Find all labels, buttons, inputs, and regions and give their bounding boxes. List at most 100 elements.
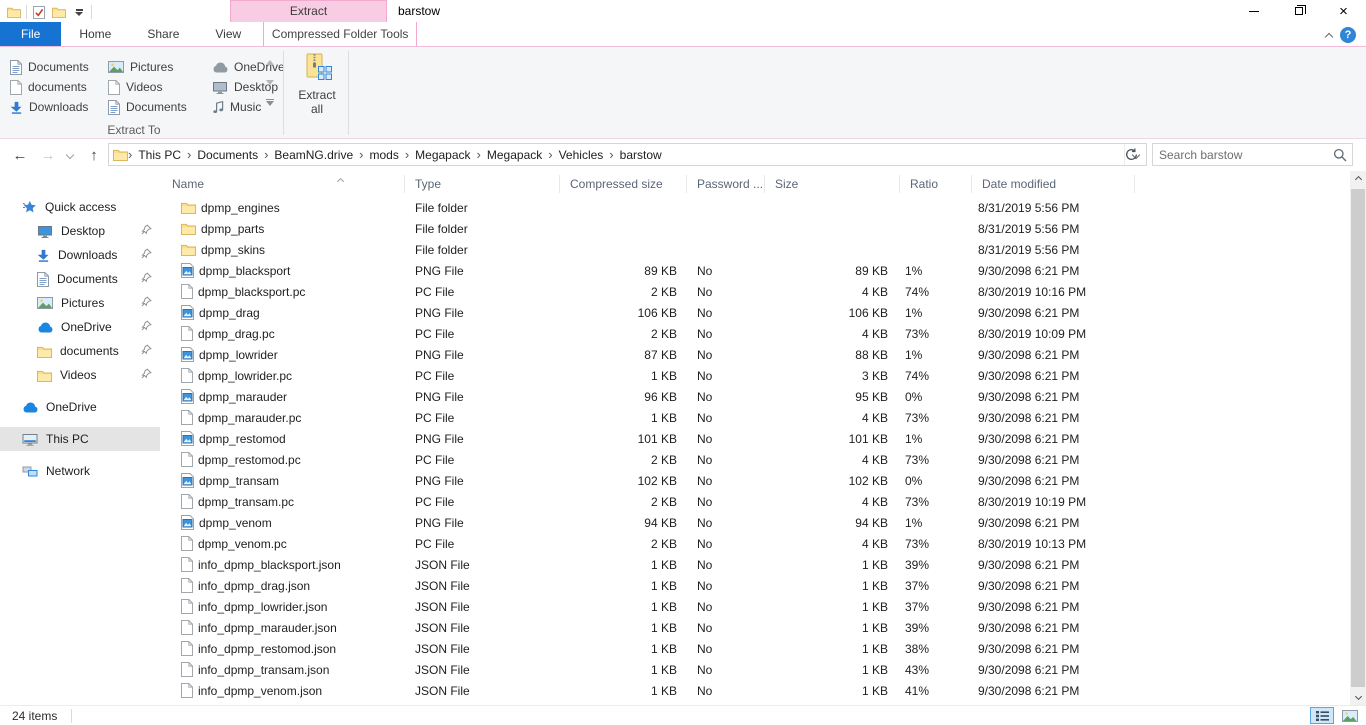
- back-button[interactable]: ←: [8, 144, 32, 166]
- extract-to-downloads[interactable]: Downloads: [10, 97, 108, 117]
- pin-icon[interactable]: [141, 296, 152, 310]
- sidebar-item-this-pc[interactable]: This PC: [0, 427, 160, 451]
- file-row[interactable]: info_dpmp_transam.json JSON File 1 KB No…: [160, 659, 1351, 680]
- tab-home[interactable]: Home: [61, 22, 129, 46]
- tab-share[interactable]: Share: [129, 22, 197, 46]
- column-header-password[interactable]: Password ...: [687, 175, 765, 193]
- file-date-modified: 8/30/2019 10:13 PM: [978, 536, 1087, 551]
- scroll-up-button[interactable]: [263, 56, 277, 69]
- column-header-name[interactable]: Name: [160, 175, 405, 193]
- up-button[interactable]: ↑: [82, 144, 106, 166]
- more-destinations-button[interactable]: [263, 96, 277, 109]
- breadcrumb-item[interactable]: mods: [363, 148, 404, 162]
- file-row[interactable]: dpmp_blacksport.pc PC File 2 KB No 4 KB …: [160, 281, 1351, 302]
- sidebar-item-documents[interactable]: documents: [0, 339, 160, 363]
- file-row[interactable]: dpmp_transam PNG File 102 KB No 102 KB 0…: [160, 470, 1351, 491]
- sidebar-item-downloads[interactable]: Downloads: [0, 243, 160, 267]
- file-row[interactable]: info_dpmp_restomod.json JSON File 1 KB N…: [160, 638, 1351, 659]
- breadcrumb-item[interactable]: barstow: [614, 148, 668, 162]
- pin-icon[interactable]: [141, 344, 152, 358]
- scrollbar-thumb[interactable]: [1351, 189, 1365, 687]
- address-box[interactable]: › This PC › Documents › BeamNG.drive › mods › Meg…: [108, 143, 1147, 166]
- file-row[interactable]: info_dpmp_blacksport.json JSON File 1 KB…: [160, 554, 1351, 575]
- details-view-button[interactable]: [1310, 707, 1334, 724]
- thumbnails-view-button[interactable]: [1338, 707, 1362, 724]
- breadcrumb-item[interactable]: Megapack: [409, 148, 476, 162]
- breadcrumb-item[interactable]: BeamNG.drive: [268, 148, 359, 162]
- tab-file[interactable]: File: [0, 22, 62, 46]
- breadcrumb-item[interactable]: Documents: [191, 148, 264, 162]
- file-row[interactable]: dpmp_venom.pc PC File 2 KB No 4 KB 73% 8…: [160, 533, 1351, 554]
- sidebar-item-videos[interactable]: Videos: [0, 363, 160, 387]
- new-folder-button[interactable]: [49, 3, 69, 22]
- customize-qat-button[interactable]: [69, 3, 89, 22]
- column-header-ratio[interactable]: Ratio: [900, 175, 972, 193]
- pin-icon[interactable]: [141, 320, 152, 334]
- file-row[interactable]: dpmp_lowrider.pc PC File 1 KB No 3 KB 74…: [160, 365, 1351, 386]
- file-row[interactable]: dpmp_venom PNG File 94 KB No 94 KB 1% 9/…: [160, 512, 1351, 533]
- file-row[interactable]: dpmp_skins File folder 8/31/2019 5:56 PM: [160, 239, 1351, 260]
- breadcrumb-item[interactable]: Megapack: [481, 148, 548, 162]
- close-button[interactable]: ×: [1321, 0, 1366, 22]
- tab-view[interactable]: View: [197, 22, 259, 46]
- file-row[interactable]: info_dpmp_marauder.json JSON File 1 KB N…: [160, 617, 1351, 638]
- recent-locations-button[interactable]: [62, 144, 78, 166]
- breadcrumb-item[interactable]: Vehicles: [553, 148, 610, 162]
- sidebar-item-pictures[interactable]: Pictures: [0, 291, 160, 315]
- extract-to-videos[interactable]: Videos: [108, 77, 212, 97]
- new-folder-icon: [52, 6, 66, 18]
- pin-icon[interactable]: [141, 248, 152, 262]
- file-row[interactable]: dpmp_blacksport PNG File 89 KB No 89 KB …: [160, 260, 1351, 281]
- forward-button[interactable]: →: [36, 144, 60, 166]
- sidebar-item-onedrive[interactable]: OneDrive: [0, 395, 160, 419]
- properties-button[interactable]: [29, 3, 49, 22]
- column-header-size[interactable]: Size: [765, 175, 900, 193]
- file-row[interactable]: dpmp_restomod.pc PC File 2 KB No 4 KB 73…: [160, 449, 1351, 470]
- explorer-icon-button[interactable]: [4, 3, 24, 22]
- vertical-scrollbar[interactable]: [1350, 171, 1366, 705]
- file-row[interactable]: dpmp_drag PNG File 106 KB No 106 KB 1% 9…: [160, 302, 1351, 323]
- extract-all-button[interactable]: Extract all: [290, 53, 344, 116]
- file-row[interactable]: dpmp_marauder.pc PC File 1 KB No 4 KB 73…: [160, 407, 1351, 428]
- sidebar-item-documents[interactable]: Documents: [0, 267, 160, 291]
- sidebar-item-quick-access[interactable]: Quick access: [0, 195, 160, 219]
- breadcrumb-item[interactable]: This PC: [132, 148, 187, 162]
- tab-compressed-folder-tools[interactable]: Compressed Folder Tools: [263, 22, 418, 46]
- extract-to-documents[interactable]: Documents: [10, 57, 108, 77]
- pin-icon[interactable]: [141, 368, 152, 382]
- scrollbar-down-button[interactable]: [1350, 688, 1366, 705]
- file-type: File folder: [415, 221, 468, 236]
- search-icon[interactable]: [1328, 148, 1352, 162]
- pin-icon[interactable]: [141, 272, 152, 286]
- scrollbar-up-button[interactable]: [1350, 171, 1366, 188]
- file-row[interactable]: dpmp_restomod PNG File 101 KB No 101 KB …: [160, 428, 1351, 449]
- file-row[interactable]: dpmp_marauder PNG File 96 KB No 95 KB 0%…: [160, 386, 1351, 407]
- file-row[interactable]: dpmp_transam.pc PC File 2 KB No 4 KB 73%…: [160, 491, 1351, 512]
- refresh-button[interactable]: [1119, 143, 1143, 166]
- pin-icon[interactable]: [141, 224, 152, 238]
- minimize-button[interactable]: [1231, 0, 1276, 22]
- extract-to-documents[interactable]: documents: [10, 77, 108, 97]
- file-type: JSON File: [415, 620, 470, 635]
- sidebar-item-onedrive[interactable]: OneDrive: [0, 315, 160, 339]
- help-button[interactable]: ?: [1340, 27, 1356, 43]
- file-row[interactable]: info_dpmp_venom.json JSON File 1 KB No 1…: [160, 680, 1351, 701]
- column-header-type[interactable]: Type: [405, 175, 560, 193]
- column-header-compressed-size[interactable]: Compressed size: [560, 175, 687, 193]
- restore-button[interactable]: [1276, 0, 1321, 22]
- file-row[interactable]: info_dpmp_drag.json JSON File 1 KB No 1 …: [160, 575, 1351, 596]
- search-input[interactable]: [1153, 147, 1328, 162]
- extract-to-documents[interactable]: Documents: [108, 97, 212, 117]
- file-row[interactable]: dpmp_engines File folder 8/31/2019 5:56 …: [160, 197, 1351, 218]
- file-row[interactable]: dpmp_drag.pc PC File 2 KB No 4 KB 73% 8/…: [160, 323, 1351, 344]
- column-header-date-modified[interactable]: Date modified: [972, 175, 1135, 193]
- file-row[interactable]: info_dpmp_lowrider.json JSON File 1 KB N…: [160, 596, 1351, 617]
- file-row[interactable]: dpmp_lowrider PNG File 87 KB No 88 KB 1%…: [160, 344, 1351, 365]
- scroll-down-button[interactable]: [263, 76, 277, 89]
- sidebar-item-desktop[interactable]: Desktop: [0, 219, 160, 243]
- file-type: PNG File: [415, 515, 464, 530]
- sidebar-item-network[interactable]: Network: [0, 459, 160, 483]
- file-row[interactable]: dpmp_parts File folder 8/31/2019 5:56 PM: [160, 218, 1351, 239]
- extract-to-pictures[interactable]: Pictures: [108, 57, 212, 77]
- collapse-ribbon-button[interactable]: [1324, 29, 1334, 43]
